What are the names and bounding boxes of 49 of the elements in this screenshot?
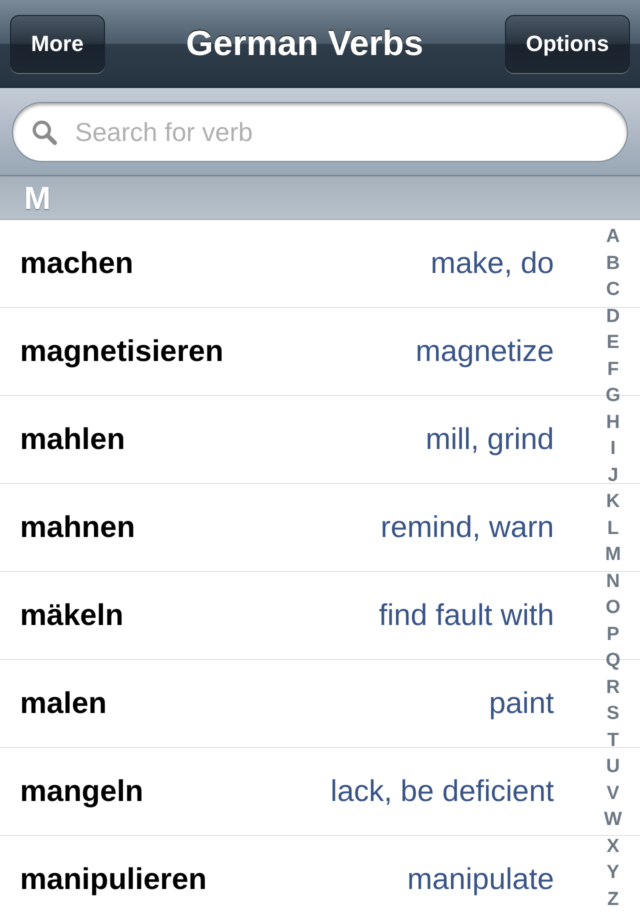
index-letter[interactable]: M: [605, 542, 621, 568]
index-letter[interactable]: Y: [606, 860, 620, 886]
index-letter[interactable]: Q: [606, 648, 620, 674]
index-letter[interactable]: W: [604, 807, 622, 834]
index-letter[interactable]: S: [606, 701, 620, 728]
translation-text: paint: [488, 686, 554, 720]
verb-text: malen: [20, 686, 107, 720]
index-letter[interactable]: U: [606, 754, 620, 780]
index-letter[interactable]: X: [606, 834, 620, 860]
index-letter[interactable]: R: [606, 674, 620, 701]
more-button[interactable]: More: [10, 14, 105, 72]
index-letter[interactable]: K: [606, 489, 620, 516]
translation-text: find fault with: [378, 598, 554, 632]
translation-text: remind, warn: [380, 510, 554, 544]
translation-text: mill, grind: [426, 422, 554, 456]
index-letter[interactable]: B: [606, 250, 620, 277]
verb-text: mahlen: [20, 422, 126, 456]
verb-text: manipulieren: [20, 862, 207, 896]
index-letter[interactable]: A: [606, 224, 620, 250]
verb-text: magnetisieren: [20, 334, 224, 368]
index-letter[interactable]: V: [606, 780, 620, 807]
section-letter: M: [24, 180, 51, 216]
verb-text: mahnen: [20, 510, 136, 544]
index-letter[interactable]: J: [608, 462, 618, 489]
index-letter[interactable]: I: [610, 436, 616, 462]
index-letter[interactable]: E: [606, 330, 620, 356]
translation-text: lack, be deficient: [330, 774, 554, 808]
index-letter[interactable]: N: [606, 568, 620, 595]
index-letter[interactable]: C: [606, 277, 620, 304]
search-field[interactable]: Search for verb: [12, 102, 628, 162]
index-letter[interactable]: L: [607, 516, 619, 542]
translation-text: make, do: [430, 246, 554, 280]
index-letter[interactable]: D: [606, 304, 620, 330]
index-letter[interactable]: O: [606, 595, 620, 622]
index-letter[interactable]: P: [606, 622, 620, 648]
index-letter[interactable]: T: [607, 728, 619, 754]
index-letter[interactable]: G: [606, 383, 620, 410]
verb-text: mäkeln: [20, 598, 124, 632]
search-input[interactable]: Search for verb: [73, 116, 609, 148]
index-letter[interactable]: Z: [607, 886, 619, 913]
translation-text: magnetize: [416, 334, 554, 368]
translation-text: manipulate: [407, 862, 554, 896]
index-letter[interactable]: F: [607, 356, 619, 383]
verb-text: mangeln: [20, 774, 144, 808]
options-button[interactable]: Options: [504, 14, 630, 72]
window-title: German Verbs: [186, 24, 424, 64]
search-icon: [31, 119, 57, 145]
index-letter[interactable]: H: [606, 410, 620, 436]
verb-text: machen: [20, 246, 134, 280]
